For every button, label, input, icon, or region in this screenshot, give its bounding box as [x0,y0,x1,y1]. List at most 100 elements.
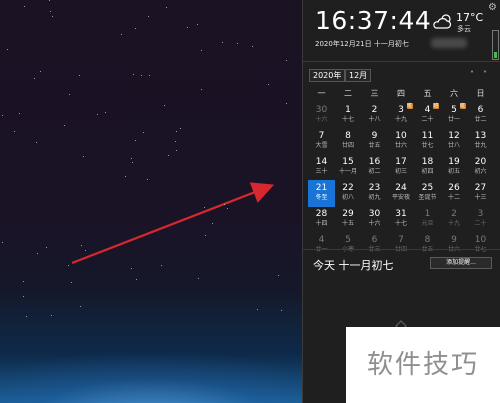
calendar-day[interactable]: 17 初三 [388,154,415,181]
calendar-day[interactable]: 15 十一月 [335,154,362,181]
calendar-day[interactable]: 4廿一 [308,232,335,259]
month-selector[interactable]: 12月 [345,69,372,82]
watermark-logo: 软件技巧 [346,327,500,403]
calendar-day[interactable]: 27 十三 [467,180,494,207]
day-number: 26 [448,183,460,193]
lunar-date: 初二 [368,168,381,175]
star [64,125,65,126]
calendar-day[interactable]: 3 十九班 [388,102,415,129]
calendar-day[interactable]: 25 圣诞节 [414,180,441,207]
star [97,114,98,115]
calendar-day[interactable]: 8 廿四 [335,128,362,155]
calendar-day[interactable]: 14 三十 [308,154,335,181]
calendar-day[interactable]: 16 初二 [361,154,388,181]
star [136,279,137,280]
day-number: 24 [395,183,407,193]
lunar-date: 廿四 [341,142,354,149]
calendar-day[interactable]: 2 十九 [441,206,468,233]
gear-icon[interactable]: ⚙ [488,3,497,13]
star [2,242,3,243]
day-number: 15 [342,157,354,167]
star [52,16,53,17]
calendar-day[interactable]: 12 廿八 [441,128,468,155]
day-number: 13 [474,131,487,141]
chevron-down-icon[interactable]: ˅ [483,70,487,79]
calendar-day[interactable]: 6廿三 [361,232,388,259]
lunar-date: 十六 [368,220,381,227]
calendar-day[interactable]: 11 廿七 [414,128,441,155]
lunar-date: 廿一 [447,116,460,123]
lunar-date: 十八 [368,116,381,123]
weekday-header: 日 [476,89,485,98]
star [201,89,202,90]
calendar-day[interactable]: 30 十六 [361,206,388,233]
calendar-day[interactable]: 10廿七 [467,232,494,259]
calendar-day[interactable]: 29 十五 [335,206,362,233]
lunar-date: 初九 [368,194,381,201]
calendar-day[interactable]: 26 十二 [441,180,468,207]
calendar-day[interactable]: 3 二十 [467,206,494,233]
calendar-day[interactable]: 13 廿九 [467,128,494,155]
calendar-day[interactable]: 22 初八 [335,180,362,207]
weekday-header: 三 [370,89,379,98]
day-number: 7 [318,131,325,141]
calendar-day[interactable]: 7廿四 [388,232,415,259]
star [37,253,38,254]
calendar-day[interactable]: 1 元旦 [414,206,441,233]
star [168,155,169,156]
calendar-day[interactable]: 24 平安夜 [388,180,415,207]
calendar-day[interactable]: 5小寒 [335,232,362,259]
lunar-date: 初六 [474,168,487,175]
day-number: 2 [371,105,378,115]
star [176,131,177,132]
lunar-date: 廿八 [447,142,460,149]
calendar-day[interactable]: 4 二十班 [414,102,441,129]
calendar-day[interactable]: 2 十八 [361,102,388,129]
chevron-up-icon[interactable]: ˄ [470,70,474,79]
weekday-header: 四 [397,89,405,98]
calendar-day[interactable]: 20 初六 [467,154,494,181]
lunar-date: 初五 [447,168,460,175]
calendar-day[interactable]: 28 十四 [308,206,335,233]
calendar-day[interactable]: 30 十六 [308,102,335,129]
star [166,7,167,8]
lunar-date: 平安夜 [391,194,410,201]
lunar-date: 廿五 [368,142,381,149]
calendar-day[interactable]: 19 初五 [441,154,468,181]
add-reminder-button[interactable]: 添加提醒... [430,257,492,269]
star [222,42,223,43]
lunar-date: 大雪 [315,142,328,149]
clock-date[interactable]: 2020年12月21日 十一月初七 [315,39,409,49]
calendar-day[interactable]: 5 廿一班 [441,102,468,129]
calendar-day[interactable]: 8廿五 [414,232,441,259]
year-selector[interactable]: 2020年 [309,69,346,82]
star [141,75,142,76]
lunar-date: 十六 [315,116,328,123]
workday-badge: 班 [459,103,466,109]
star [281,310,282,311]
day-number: 22 [342,183,354,193]
lunar-date: 十三 [474,194,487,201]
calendar-day[interactable]: 9 廿五 [361,128,388,155]
calendar-day[interactable]: 31 十七 [388,206,415,233]
day-number: 31 [395,209,407,219]
day-number: 12 [448,131,460,141]
calendar-day[interactable]: 9廿六 [441,232,468,259]
day-number: 3 [477,209,484,219]
star [14,131,15,132]
calendar-day[interactable]: 18 初四 [414,154,441,181]
star [24,6,25,7]
star [180,128,181,129]
lunar-date: 二十 [421,116,434,123]
star [23,296,24,297]
star [49,0,50,1]
calendar-day[interactable]: 6 廿二 [467,102,494,129]
calendar-day[interactable]: 7 大雪 [308,128,335,155]
calendar-day-today[interactable]: 21 冬至 [308,180,335,207]
cloud-sun-icon[interactable] [432,13,454,31]
calendar-day[interactable]: 10 廿六 [388,128,415,155]
calendar-day[interactable]: 23 初九 [361,180,388,207]
star [212,223,213,224]
calendar-day[interactable]: 1 十七 [335,102,362,129]
lunar-date: 十九 [394,116,407,123]
